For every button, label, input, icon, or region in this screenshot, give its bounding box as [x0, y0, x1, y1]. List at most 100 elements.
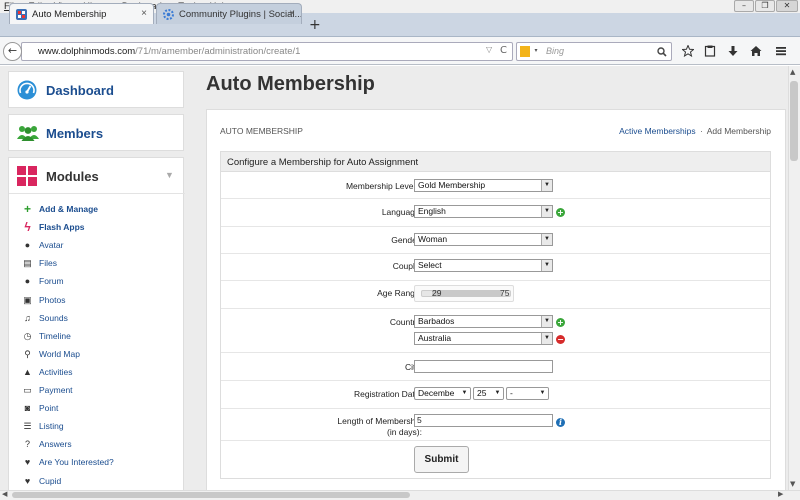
close-tab-icon[interactable]: ×	[289, 8, 295, 19]
sidebar-item-label: Listing	[39, 421, 64, 431]
language-select[interactable]: English ▼	[414, 205, 553, 218]
tab-community-plugins[interactable]: Community Plugins | Social... ×	[156, 3, 302, 24]
search-engine-dropdown-icon[interactable]: ▾	[535, 48, 538, 54]
membership-levels-select[interactable]: Gold Membership ▼	[414, 179, 553, 192]
road-icon: ▲	[23, 367, 32, 377]
gear-favicon-icon	[163, 8, 174, 20]
gender-select[interactable]: Woman ▼	[414, 233, 553, 246]
reload-icon[interactable]: C	[500, 45, 507, 56]
row-divider	[221, 440, 770, 441]
sidebar-item-add-manage[interactable]: + Add & Manage	[22, 202, 98, 216]
registration-day-select[interactable]: 25 ▼	[473, 387, 504, 400]
home-icon[interactable]	[750, 45, 762, 57]
sidebar-members[interactable]: Members	[8, 114, 184, 151]
sidebar-item-payment[interactable]: ▭ Payment	[22, 383, 73, 397]
sidebar-item-flash-apps[interactable]: ϟ Flash Apps	[22, 220, 84, 234]
registration-month-value: Decembe	[418, 388, 455, 398]
heart-icon: ♥	[24, 476, 31, 486]
menu-icon[interactable]	[775, 45, 787, 57]
url-path: /71/m/amember/administration/create/1	[135, 46, 301, 57]
couple-select[interactable]: Select ▼	[414, 259, 553, 272]
back-button[interactable]: ←	[3, 42, 22, 61]
minimize-button[interactable]: –	[734, 0, 754, 12]
bolt-icon: ϟ	[24, 220, 31, 234]
search-placeholder: Bing	[546, 46, 565, 56]
sidebar-item-sounds[interactable]: ♫ Sounds	[22, 311, 68, 325]
registration-day-value: 25	[477, 388, 487, 398]
registration-year-select[interactable]: - ▼	[506, 387, 549, 400]
search-icon[interactable]	[657, 47, 667, 57]
file-icon: ▤	[23, 257, 32, 268]
country-value-2: Australia	[418, 333, 452, 343]
sidebar-item-cupid[interactable]: ♥ Cupid	[22, 474, 61, 488]
length-input[interactable]: 5	[414, 414, 553, 427]
registration-month-select[interactable]: Decembe ▼	[414, 387, 471, 400]
user-icon: ●	[24, 240, 31, 250]
submit-button[interactable]: Submit	[414, 446, 469, 473]
sidebar-item-world-map[interactable]: ⚲ World Map	[22, 347, 80, 361]
members-group-icon	[17, 126, 39, 141]
registration-year-value: -	[510, 388, 513, 398]
scroll-down-icon[interactable]: ▼	[790, 480, 795, 488]
info-icon[interactable]: i	[556, 418, 565, 427]
vertical-scroll-thumb[interactable]	[790, 81, 798, 161]
sidebar-item-label: Are You Interested?	[39, 457, 114, 467]
sidebar-item-point[interactable]: ◙ Point	[22, 401, 59, 415]
restore-button[interactable]: ❐	[755, 0, 775, 12]
sidebar-item-answers[interactable]: ? Answers	[22, 437, 72, 451]
close-tab-icon[interactable]: ×	[141, 8, 147, 19]
dropdown-arrow-icon: ▼	[541, 333, 552, 344]
sidebar-item-listing[interactable]: ☰ Listing	[22, 419, 64, 433]
top-links: Active Memberships · Add Membership	[619, 126, 771, 136]
active-memberships-link[interactable]: Active Memberships	[619, 126, 696, 136]
close-window-button[interactable]: ✕	[776, 0, 798, 12]
sidebar-item-are-you-interested[interactable]: ♥ Are You Interested?	[22, 455, 114, 469]
sidebar-item-timeline[interactable]: ◷ Timeline	[22, 329, 71, 343]
sidebar-item-label: Files	[39, 258, 57, 268]
chevron-down-icon[interactable]: ▼	[165, 170, 174, 180]
scroll-left-icon[interactable]: ◀	[2, 490, 7, 498]
download-icon[interactable]	[727, 45, 739, 57]
sidebar-item-label: Payment	[39, 385, 73, 395]
sidebar-item-photos[interactable]: ▣ Photos	[22, 293, 65, 307]
sidebar-item-files[interactable]: ▤ Files	[22, 256, 57, 270]
scroll-right-icon[interactable]: ▶	[778, 490, 783, 498]
sidebar-item-activities[interactable]: ▲ Activities	[22, 365, 73, 379]
age-min-handle[interactable]: 29	[432, 288, 441, 298]
scroll-up-icon[interactable]: ▲	[790, 68, 795, 76]
city-input[interactable]	[414, 360, 553, 373]
dropdown-arrow-icon: ▼	[492, 388, 503, 399]
horizontal-scroll-thumb[interactable]	[12, 492, 410, 498]
pin-icon: ⚲	[24, 348, 31, 359]
tab-auto-membership[interactable]: Auto Membership ×	[9, 3, 154, 24]
remove-country-icon[interactable]: −	[556, 335, 565, 344]
sidebar-members-label: Members	[46, 126, 104, 141]
new-tab-button[interactable]: +	[309, 17, 321, 33]
country-select-1[interactable]: Barbados ▼	[414, 315, 553, 328]
add-language-icon[interactable]: +	[556, 208, 565, 217]
sidebar-item-label: Sounds	[39, 313, 68, 323]
couple-value: Select	[418, 260, 442, 270]
sidebar-modules-label: Modules	[46, 169, 99, 184]
sidebar-item-label: Answers	[39, 439, 72, 449]
sidebar-dashboard-label: Dashboard	[46, 83, 114, 98]
row-divider	[221, 198, 770, 199]
sidebar-item-forum[interactable]: ● Forum	[22, 274, 64, 288]
bookmark-star-icon[interactable]	[682, 45, 694, 57]
country-select-2[interactable]: Australia ▼	[414, 332, 553, 345]
add-country-icon[interactable]: +	[556, 318, 565, 327]
row-divider	[221, 280, 770, 281]
age-max-handle[interactable]: 75	[500, 288, 509, 298]
search-input[interactable]: ▾ Bing	[516, 42, 672, 61]
site-favicon-icon	[16, 8, 27, 20]
tab-label: Auto Membership	[32, 8, 107, 20]
row-divider	[221, 308, 770, 309]
bookmarks-list-icon[interactable]	[704, 45, 716, 57]
sidebar-dashboard[interactable]: Dashboard	[8, 71, 184, 108]
url-bar[interactable]: www.dolphinmods.com/71/m/amember/adminis…	[21, 42, 513, 61]
gender-value: Woman	[418, 234, 448, 244]
url-dropdown-icon[interactable]: ▽	[486, 45, 492, 54]
add-membership-link: Add Membership	[706, 126, 771, 136]
length-label-line2: (in days):	[387, 427, 422, 437]
sidebar-item-avatar[interactable]: ● Avatar	[22, 238, 64, 252]
